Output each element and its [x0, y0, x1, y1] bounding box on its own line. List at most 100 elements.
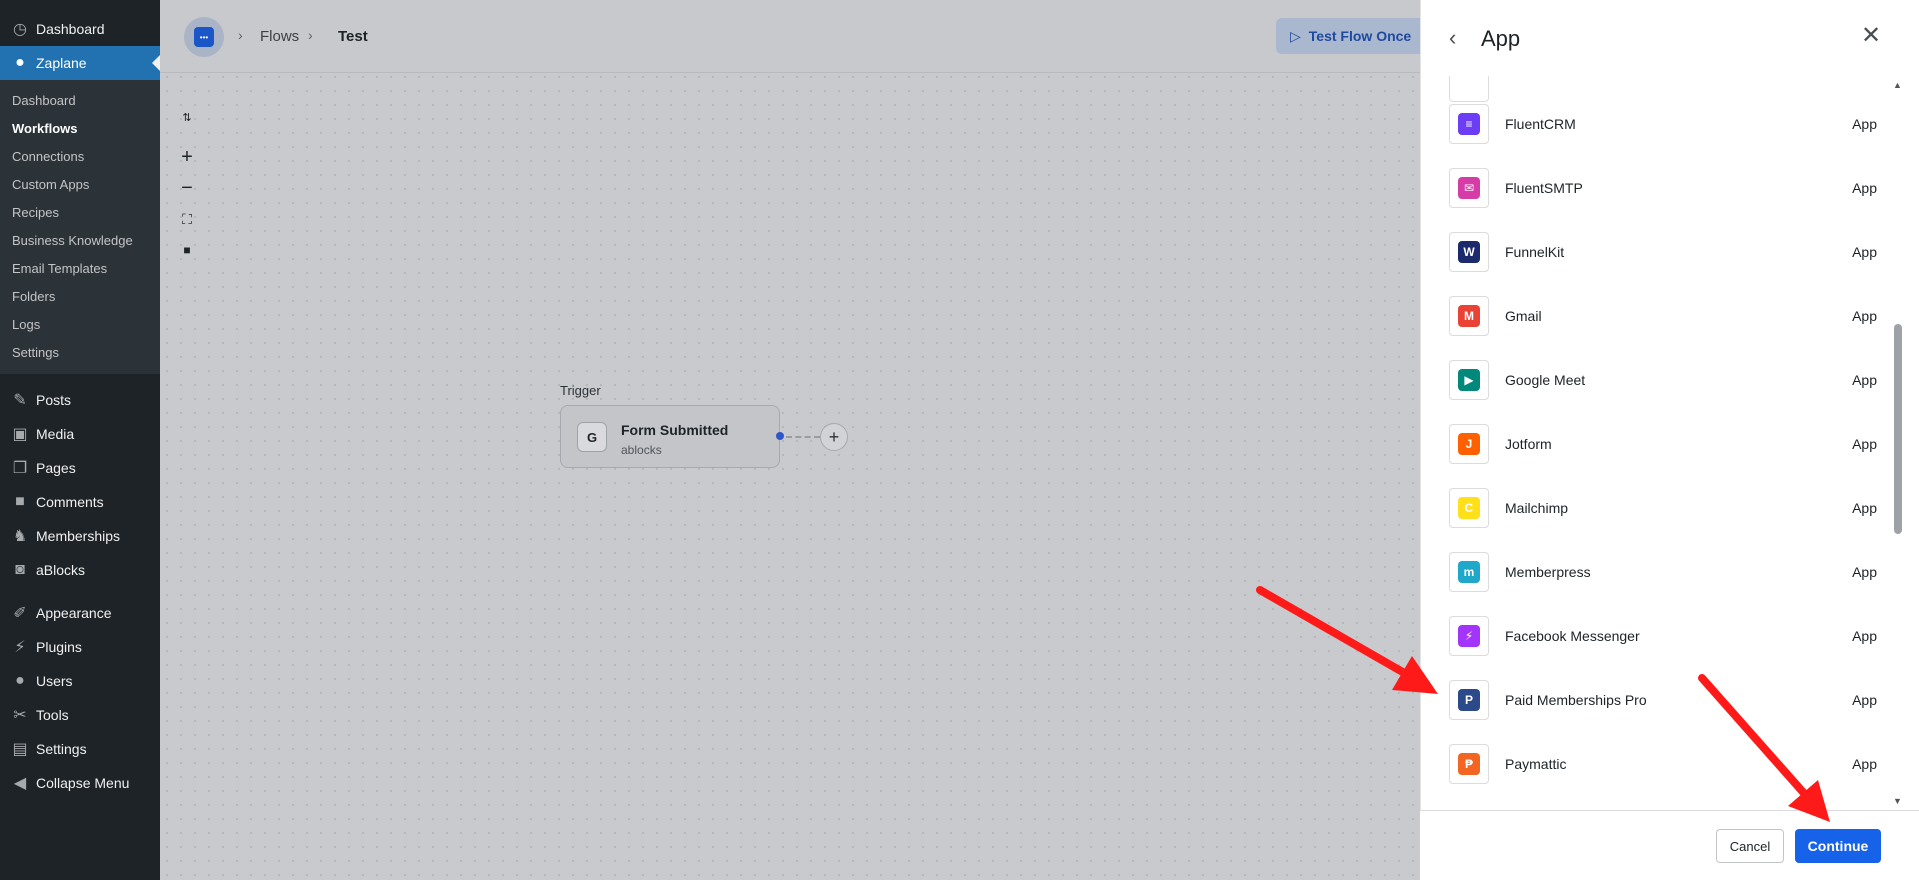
submenu-recipes[interactable]: Recipes: [0, 199, 160, 227]
list-item[interactable]: ≡ FluentCRM App: [1449, 102, 1889, 146]
drawer-header: ‹ App ✕: [1421, 0, 1919, 76]
sidebar-item-media[interactable]: ▣ Media: [0, 417, 160, 451]
fit-view-icon[interactable]: ⛶: [178, 210, 196, 228]
sidebar-item-label: Appearance: [36, 605, 112, 621]
zoom-out-icon[interactable]: −: [178, 177, 196, 199]
sidebar-item-ablocks[interactable]: ◙ aBlocks: [0, 553, 160, 587]
play-icon: ▷: [1290, 27, 1301, 44]
app-type: App: [1852, 692, 1877, 708]
app-list[interactable]: ≡ FluentCRM App ✉ FluentSMTP App W FunnelKit App…: [1421, 76, 1899, 810]
app-icon-box: ▶: [1449, 360, 1489, 400]
test-flow-button[interactable]: ▷ Test Flow Once: [1276, 18, 1420, 54]
app-icon-box: m: [1449, 552, 1489, 592]
sidebar-item-dashboard[interactable]: ◷ Dashboard: [0, 12, 160, 46]
app-type: App: [1852, 308, 1877, 324]
connector-handle[interactable]: [776, 432, 784, 440]
add-step-button[interactable]: +: [820, 423, 848, 451]
scroll-down-icon[interactable]: ▼: [1893, 796, 1903, 806]
list-item[interactable]: ▶ Google Meet App: [1449, 358, 1889, 402]
sidebar-item-label: Comments: [36, 494, 104, 510]
scrollbar-thumb[interactable]: [1894, 324, 1902, 534]
submenu-custom-apps[interactable]: Custom Apps: [0, 171, 160, 199]
app-icon-partial: [1449, 76, 1489, 102]
close-icon[interactable]: ✕: [1861, 24, 1885, 52]
sidebar-item-plugins[interactable]: ⚡ Plugins: [0, 630, 160, 664]
sidebar-item-memberships[interactable]: ♞ Memberships: [0, 519, 160, 553]
ablocks-icon: G: [577, 422, 607, 452]
collapse-icon: ◀: [13, 775, 27, 792]
app-icon-box: ⚡: [1449, 616, 1489, 656]
submenu-business-knowledge[interactable]: Business Knowledge: [0, 227, 160, 255]
scroll-up-icon[interactable]: ▲: [1893, 80, 1903, 90]
submenu-connections[interactable]: Connections: [0, 143, 160, 171]
chevron-left-icon[interactable]: ‹: [1449, 27, 1469, 51]
sidebar-item-tools[interactable]: ✂ Tools: [0, 698, 160, 732]
sidebar-item-label: Pages: [36, 460, 76, 476]
app-name: Memberpress: [1505, 564, 1591, 580]
lock-icon[interactable]: ■: [178, 241, 196, 259]
sidebar-item-users[interactable]: ● Users: [0, 664, 160, 698]
app-name: FluentSMTP: [1505, 180, 1583, 196]
submenu-workflows[interactable]: Workflows: [0, 115, 160, 143]
app-logo[interactable]: •••: [184, 17, 224, 57]
list-item[interactable]: M Gmail App: [1449, 294, 1889, 338]
list-item[interactable]: J Jotform App: [1449, 422, 1889, 466]
sidebar-item-settings[interactable]: ▤ Settings: [0, 732, 160, 766]
sidebar-item-appearance[interactable]: ✐ Appearance: [0, 596, 160, 630]
memberships-icon: ♞: [12, 528, 28, 545]
breadcrumb-flows[interactable]: Flows: [260, 28, 299, 45]
list-item[interactable]: C Mailchimp App: [1449, 486, 1889, 530]
app-select-drawer: ‹ App ✕ ≡ FluentCRM App ✉ FluentSMTP App W Funn…: [1420, 0, 1919, 880]
sidebar-item-collapse-menu[interactable]: ◀ Collapse Menu: [0, 766, 160, 800]
trigger-node[interactable]: G Form Submitted ablocks: [560, 405, 780, 468]
swap-icon[interactable]: ⇅: [178, 108, 196, 126]
sidebar-item-comments[interactable]: ■ Comments: [0, 485, 160, 519]
app-type: App: [1852, 244, 1877, 260]
sidebar-separator: [0, 587, 160, 596]
breadcrumb-current: Test: [338, 28, 368, 45]
sidebar-item-label: Collapse Menu: [36, 775, 130, 791]
sidebar-separator: [0, 374, 160, 383]
submenu-dashboard[interactable]: Dashboard: [0, 87, 160, 115]
app-name: FunnelKit: [1505, 244, 1565, 260]
sidebar-item-label: Zaplane: [36, 55, 87, 71]
chevron-right-icon: ›: [308, 27, 313, 43]
submenu-email-templates[interactable]: Email Templates: [0, 255, 160, 283]
sidebar-item-pages[interactable]: ❐ Pages: [0, 451, 160, 485]
zoom-in-icon[interactable]: +: [178, 146, 196, 168]
submenu-folders[interactable]: Folders: [0, 283, 160, 311]
continue-button[interactable]: Continue: [1795, 829, 1881, 863]
comment-icon: ■: [15, 493, 25, 510]
drawer-title: App: [1481, 26, 1521, 51]
app-type: App: [1852, 436, 1877, 452]
cancel-button[interactable]: Cancel: [1716, 829, 1784, 863]
list-item[interactable]: W FunnelKit App: [1449, 230, 1889, 274]
list-item[interactable]: ⚡ Facebook Messenger App: [1449, 614, 1889, 658]
app-icon-box: J: [1449, 424, 1489, 464]
media-icon: ▣: [12, 426, 28, 443]
brush-icon: ✐: [13, 605, 27, 622]
node-title: Form Submitted: [621, 422, 729, 438]
flow-canvas[interactable]: ••• › Flows › Test ▷ Test Flow Once: [160, 0, 1420, 880]
wrench-icon: ✂: [13, 707, 27, 724]
list-item[interactable]: P Paid Memberships Pro App: [1449, 678, 1889, 722]
google-meet-icon: ▶: [1458, 369, 1480, 391]
sidebar-item-label: Plugins: [36, 639, 82, 655]
app-name: Paid Memberships Pro: [1505, 692, 1647, 708]
ablocks-icon: ◙: [15, 561, 25, 578]
sidebar-item-label: Dashboard: [36, 21, 105, 37]
sidebar-item-posts[interactable]: ✎ Posts: [0, 383, 160, 417]
app-type: App: [1852, 756, 1877, 772]
app-name: Paymattic: [1505, 756, 1567, 772]
plug-icon: ⚡: [14, 639, 26, 656]
submenu-settings[interactable]: Settings: [0, 339, 160, 367]
app-name: FluentCRM: [1505, 116, 1576, 132]
list-item[interactable]: m Memberpress App: [1449, 550, 1889, 594]
jotform-icon: J: [1458, 433, 1480, 455]
submenu-logs[interactable]: Logs: [0, 311, 160, 339]
zaplane-submenu: Dashboard Workflows Connections Custom A…: [0, 80, 160, 374]
list-item[interactable]: ✉ FluentSMTP App: [1449, 166, 1889, 210]
sidebar-item-zaplane[interactable]: ● Zaplane: [0, 46, 160, 80]
app-type: App: [1852, 500, 1877, 516]
list-item[interactable]: ₱ Paymattic App: [1449, 742, 1889, 786]
